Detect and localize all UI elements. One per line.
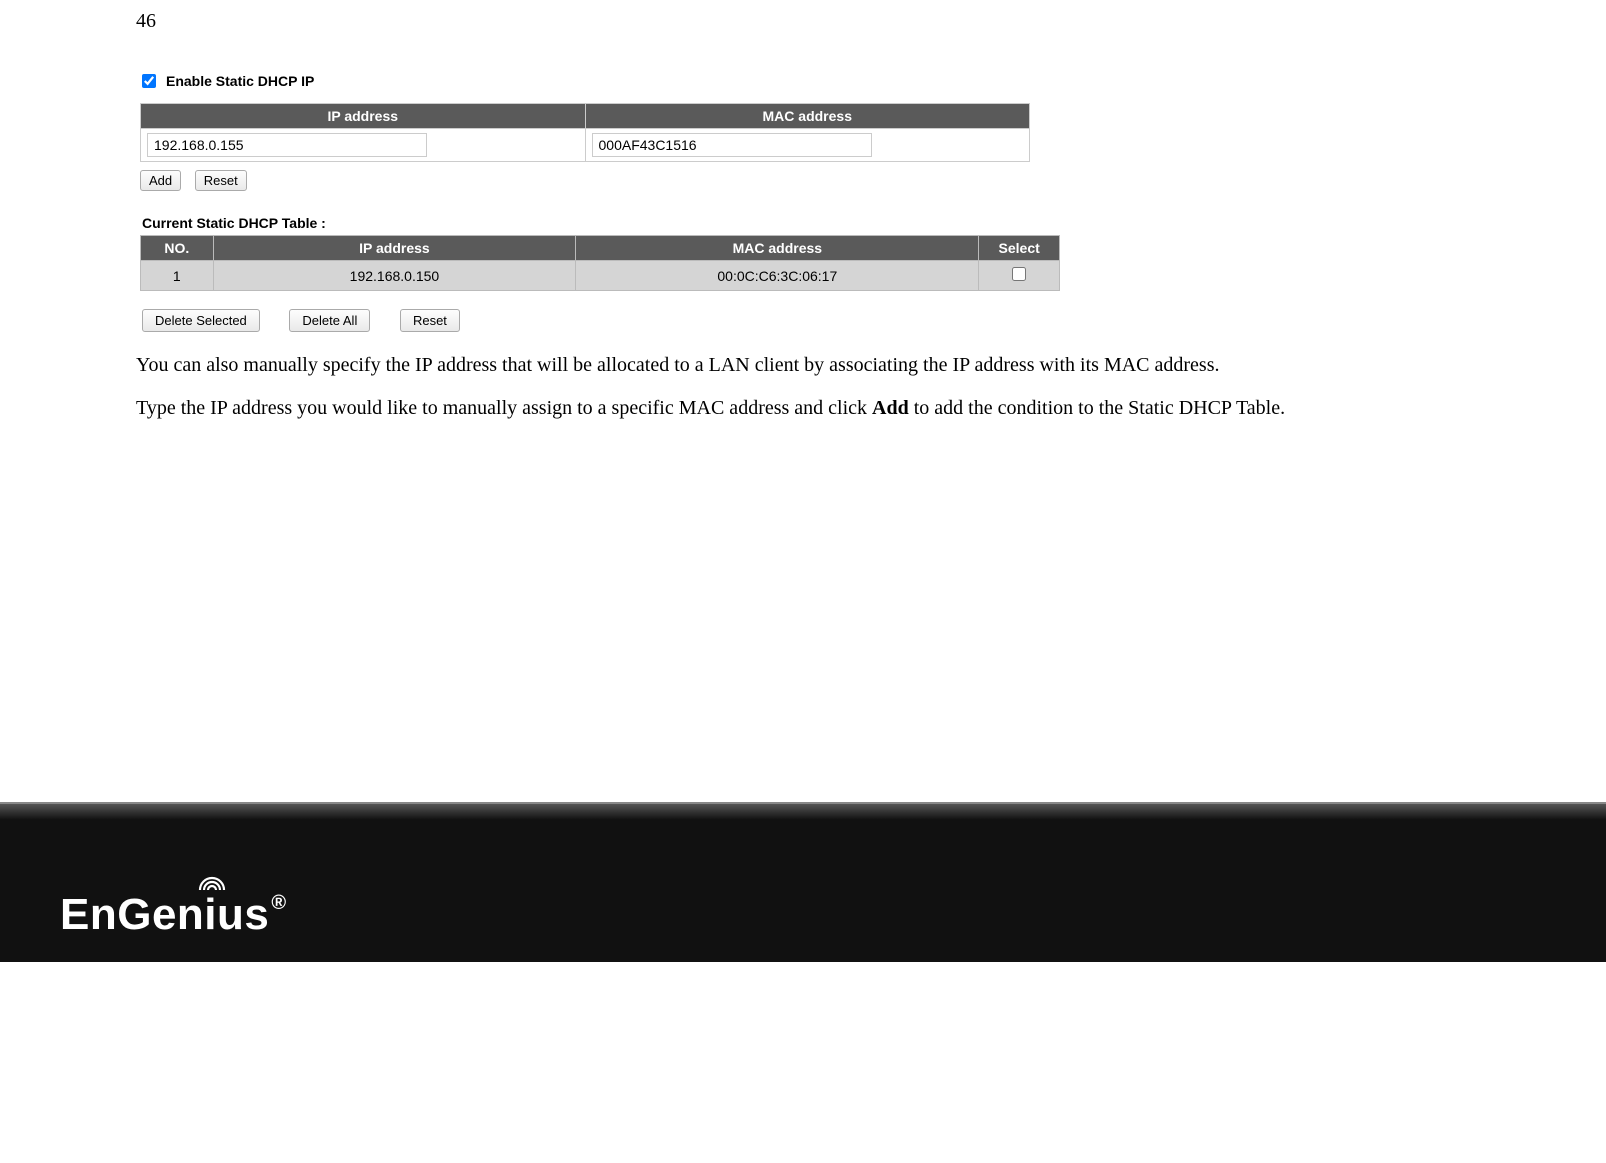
page-number: 46 [136, 10, 1476, 33]
p2-part-b-bold: Add [872, 397, 909, 419]
cell-ip: 192.168.0.150 [213, 261, 576, 291]
current-static-dhcp-heading: Current Static DHCP Table : [142, 215, 1476, 231]
logo-text-i: i [204, 890, 217, 940]
th-mac: MAC address [576, 236, 979, 261]
p2-part-c: to add the condition to the Static DHCP … [909, 397, 1285, 419]
table-row: 1 192.168.0.150 00:0C:C6:3C:06:17 [141, 261, 1060, 291]
entry-header-mac: MAC address [585, 104, 1030, 129]
row-select-checkbox[interactable] [1012, 267, 1026, 281]
logo-text-en: EnGen [60, 890, 204, 939]
entry-header-ip: IP address [141, 104, 586, 129]
enable-static-dhcp-checkbox[interactable] [142, 74, 156, 88]
wifi-arc-icon [198, 870, 226, 892]
th-select: Select [979, 236, 1060, 261]
footer-bar: EnGenius® [0, 802, 1606, 962]
paragraph-2: Type the IP address you would like to ma… [136, 395, 1456, 422]
reset-button-2[interactable]: Reset [400, 309, 460, 332]
delete-selected-button[interactable]: Delete Selected [142, 309, 260, 332]
static-dhcp-table: NO. IP address MAC address Select 1 192.… [140, 235, 1060, 291]
cell-select [979, 261, 1060, 291]
enable-static-dhcp-row: Enable Static DHCP IP [142, 73, 1476, 89]
entry-buttons-row: Add Reset [140, 170, 1476, 191]
cell-mac: 00:0C:C6:3C:06:17 [576, 261, 979, 291]
cell-no: 1 [141, 261, 214, 291]
enable-static-dhcp-label: Enable Static DHCP IP [166, 73, 314, 89]
mac-address-input[interactable] [592, 133, 872, 157]
entry-table: IP address MAC address [140, 103, 1030, 162]
th-ip: IP address [213, 236, 576, 261]
paragraph-1: You can also manually specify the IP add… [136, 352, 1456, 379]
body-text: You can also manually specify the IP add… [136, 352, 1456, 422]
trademark-icon: ® [271, 892, 286, 914]
th-no: NO. [141, 236, 214, 261]
add-button[interactable]: Add [140, 170, 181, 191]
action-buttons-row: Delete Selected Delete All Reset [142, 309, 1476, 332]
delete-all-button[interactable]: Delete All [289, 309, 370, 332]
logo-text-us: us [217, 890, 269, 939]
reset-button[interactable]: Reset [195, 170, 247, 191]
p2-part-a: Type the IP address you would like to ma… [136, 397, 872, 419]
engenius-logo: EnGenius® [60, 890, 285, 940]
ip-address-input[interactable] [147, 133, 427, 157]
